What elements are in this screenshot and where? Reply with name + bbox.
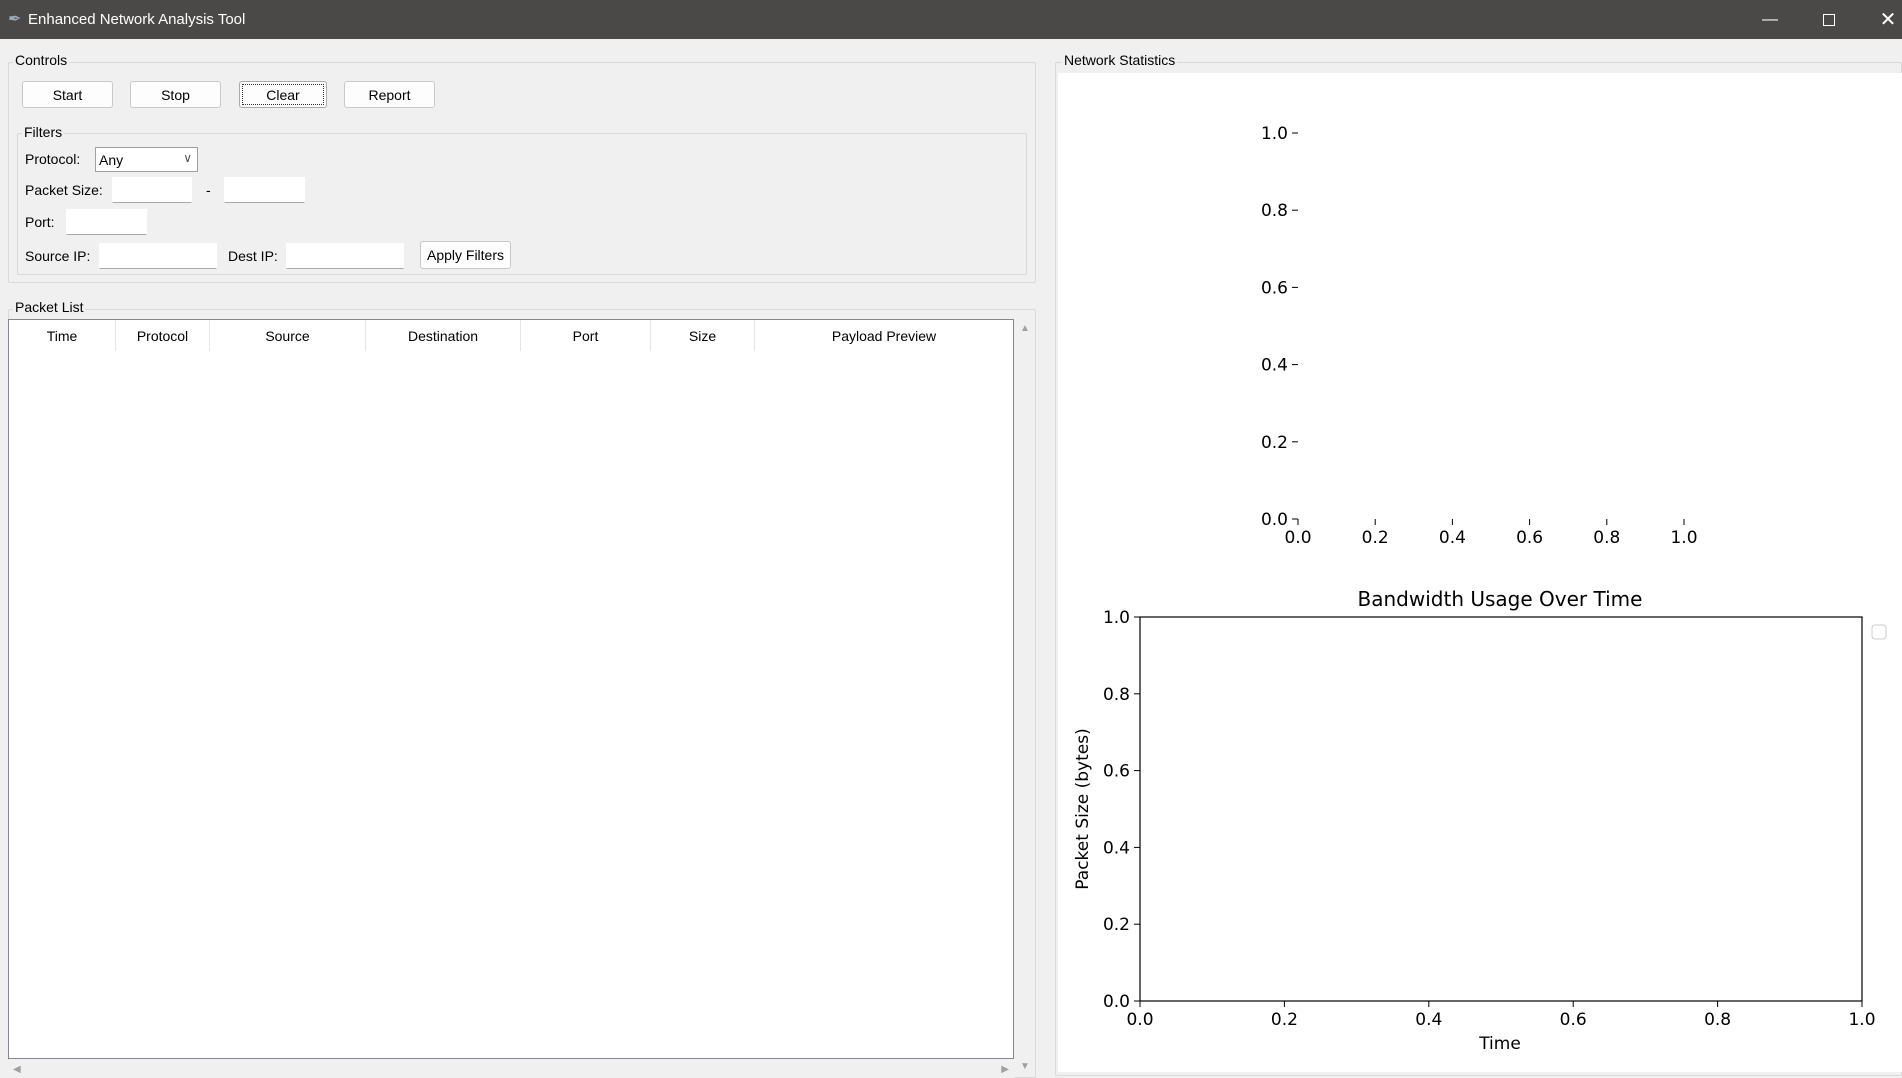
statistics-canvas: 0.0 0.2 0.4 0.6 0.8 1.0 0.0 0.2 0.4 0.6 0.8 1.0 Ban…	[1058, 73, 1902, 1072]
y-tick-label: 0.6	[1261, 278, 1288, 298]
packet-size-label: Packet Size:	[25, 182, 103, 198]
y-tick-label: 0.8	[1103, 685, 1130, 705]
feather-icon: ✒	[8, 11, 22, 28]
y-tick-label: 0.2	[1261, 433, 1288, 453]
column-header-time[interactable]: Time	[9, 320, 116, 351]
source-ip-label: Source IP:	[25, 248, 91, 264]
legend-box	[1871, 624, 1887, 640]
chart-title: Bandwidth Usage Over Time	[1358, 587, 1643, 611]
protocol-value: Any	[99, 151, 124, 168]
apply-filters-button[interactable]: Apply Filters	[420, 241, 511, 269]
start-button[interactable]: Start	[22, 81, 113, 108]
dest-ip-label: Dest IP:	[228, 248, 278, 264]
y-tick-label: 0.0	[1103, 992, 1130, 1012]
x-axis-label: Time	[1478, 1034, 1521, 1054]
title-bar: ✒ Enhanced Network Analysis Tool — ✕	[0, 0, 1902, 39]
column-header-source[interactable]: Source	[210, 320, 366, 351]
controls-label: Controls	[13, 52, 70, 68]
dest-ip-input[interactable]	[286, 243, 404, 269]
y-tick-label: 1.0	[1103, 608, 1130, 628]
y-tick-label: 0.2	[1103, 915, 1130, 935]
x-tick-label: 1.0	[1670, 528, 1697, 548]
column-header-port[interactable]: Port	[521, 320, 651, 351]
y-tick-label: 0.8	[1261, 201, 1288, 221]
packet-table[interactable]: Time Protocol Source Destination Port Si…	[8, 319, 1014, 1059]
packet-size-min-input[interactable]	[112, 177, 192, 203]
protocol-select[interactable]: Any ∨	[95, 147, 198, 172]
x-tick-label: 0.2	[1271, 1010, 1298, 1030]
horizontal-scrollbar[interactable]: ◀ ▶	[8, 1060, 1014, 1078]
x-tick-label: 0.8	[1593, 528, 1620, 548]
column-header-size[interactable]: Size	[651, 320, 755, 351]
y-tick-label: 0.6	[1103, 762, 1130, 782]
chevron-down-icon: ∨	[183, 151, 192, 165]
x-tick-label: 0.4	[1439, 528, 1466, 548]
source-ip-input[interactable]	[99, 243, 217, 269]
scroll-up-arrow-icon[interactable]: ▲	[1020, 323, 1030, 334]
x-tick-label: 0.2	[1362, 528, 1389, 548]
x-tick-label: 0.0	[1284, 528, 1311, 548]
x-tick-label: 1.0	[1848, 1010, 1875, 1030]
scroll-right-arrow-icon[interactable]: ▶	[1001, 1064, 1009, 1075]
port-input[interactable]	[66, 209, 147, 235]
y-tick-label: 0.4	[1103, 838, 1130, 858]
filters-label: Filters	[22, 124, 65, 140]
window-title: Enhanced Network Analysis Tool	[28, 11, 246, 28]
scroll-left-arrow-icon[interactable]: ◀	[13, 1064, 21, 1075]
close-button[interactable]: ✕	[1860, 0, 1902, 39]
clear-button[interactable]: Clear	[239, 81, 327, 108]
maximize-button[interactable]	[1801, 0, 1857, 39]
x-tick-label: 0.0	[1126, 1010, 1153, 1030]
packet-size-separator: -	[206, 182, 211, 198]
x-tick-label: 0.6	[1516, 528, 1543, 548]
y-tick-label: 0.4	[1261, 356, 1288, 376]
network-statistics-label: Network Statistics	[1062, 52, 1178, 68]
column-header-payload-preview[interactable]: Payload Preview	[755, 320, 1013, 351]
minimize-button[interactable]: —	[1742, 0, 1798, 39]
x-tick-label: 0.8	[1704, 1010, 1731, 1030]
protocol-label: Protocol:	[25, 151, 81, 167]
x-tick-label: 0.4	[1415, 1010, 1442, 1030]
stop-button[interactable]: Stop	[130, 81, 221, 108]
packet-size-max-input[interactable]	[224, 177, 305, 203]
y-axis-label: Packet Size (bytes)	[1073, 728, 1093, 889]
x-tick-label: 0.6	[1560, 1010, 1587, 1030]
port-label: Port:	[25, 214, 55, 230]
scroll-down-arrow-icon[interactable]: ▼	[1020, 1061, 1030, 1072]
column-header-destination[interactable]: Destination	[366, 320, 521, 351]
y-tick-label: 1.0	[1261, 124, 1288, 144]
y-tick-label: 0.0	[1261, 510, 1288, 530]
vertical-scrollbar[interactable]: ▲ ▼	[1016, 319, 1034, 1072]
packet-list-label: Packet List	[13, 299, 86, 315]
column-header-protocol[interactable]: Protocol	[116, 320, 210, 351]
report-button[interactable]: Report	[344, 81, 435, 108]
